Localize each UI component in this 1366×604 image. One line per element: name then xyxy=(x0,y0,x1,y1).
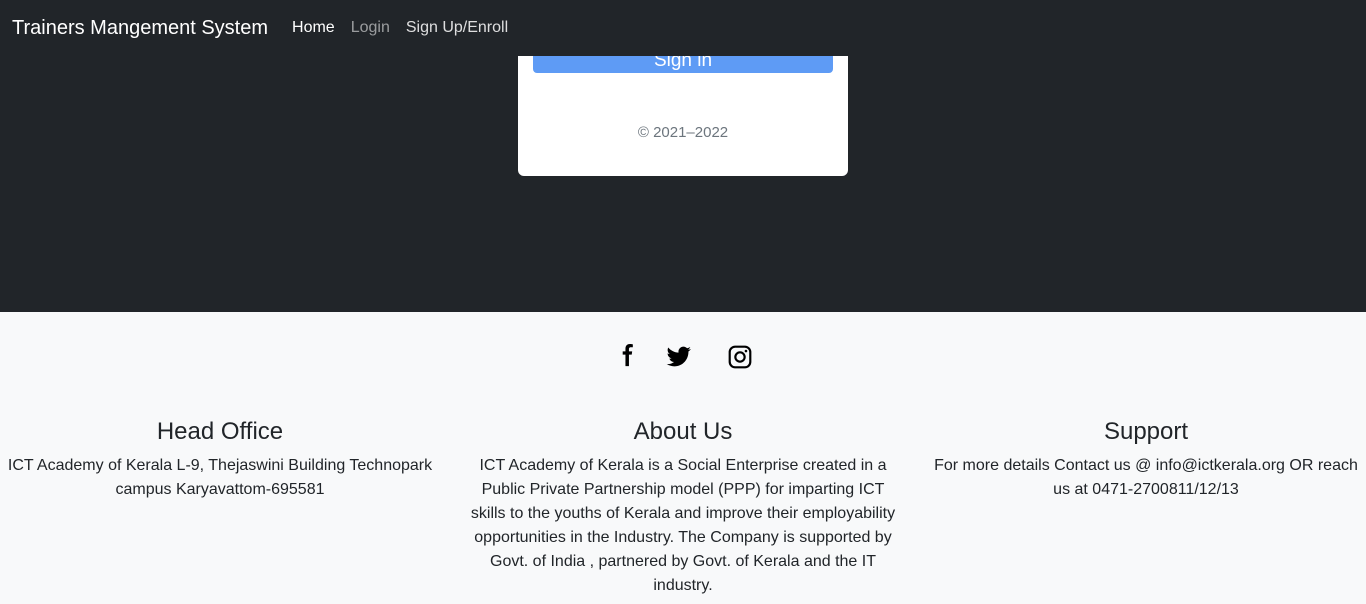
instagram-icon[interactable] xyxy=(727,344,753,370)
head-office-section: Head Office ICT Academy of Kerala L-9, T… xyxy=(0,416,440,502)
social-links xyxy=(0,340,1366,374)
nav-home[interactable]: Home xyxy=(284,19,343,37)
about-section: About Us ICT Academy of Kerala is a Soci… xyxy=(463,416,903,598)
support-text: For more details Contact us @ info@ictke… xyxy=(934,457,1358,498)
copyright-text: © 2021–2022 xyxy=(637,124,729,141)
twitter-icon[interactable] xyxy=(666,344,692,370)
nav-signup[interactable]: Sign Up/Enroll xyxy=(398,19,516,37)
navbar-brand[interactable]: Trainers Mangement System xyxy=(12,17,268,40)
about-title: About Us xyxy=(633,418,733,445)
about-text: ICT Academy of Kerala is a Social Enterp… xyxy=(470,457,896,594)
page: Sign in © 2021–2022 Trainers Mangement S… xyxy=(0,0,1366,604)
nav-links: Home Login Sign Up/Enroll xyxy=(284,19,516,37)
support-section: Support For more details Contact us @ in… xyxy=(926,416,1366,502)
head-office-text: ICT Academy of Kerala L-9, Thejaswini Bu… xyxy=(7,457,433,498)
head-office-title: Head Office xyxy=(156,418,284,445)
nav-login[interactable]: Login xyxy=(343,19,398,37)
facebook-icon[interactable] xyxy=(615,344,641,370)
navbar: Trainers Mangement System Home Login Sig… xyxy=(0,0,1366,56)
support-title: Support xyxy=(1103,418,1189,445)
